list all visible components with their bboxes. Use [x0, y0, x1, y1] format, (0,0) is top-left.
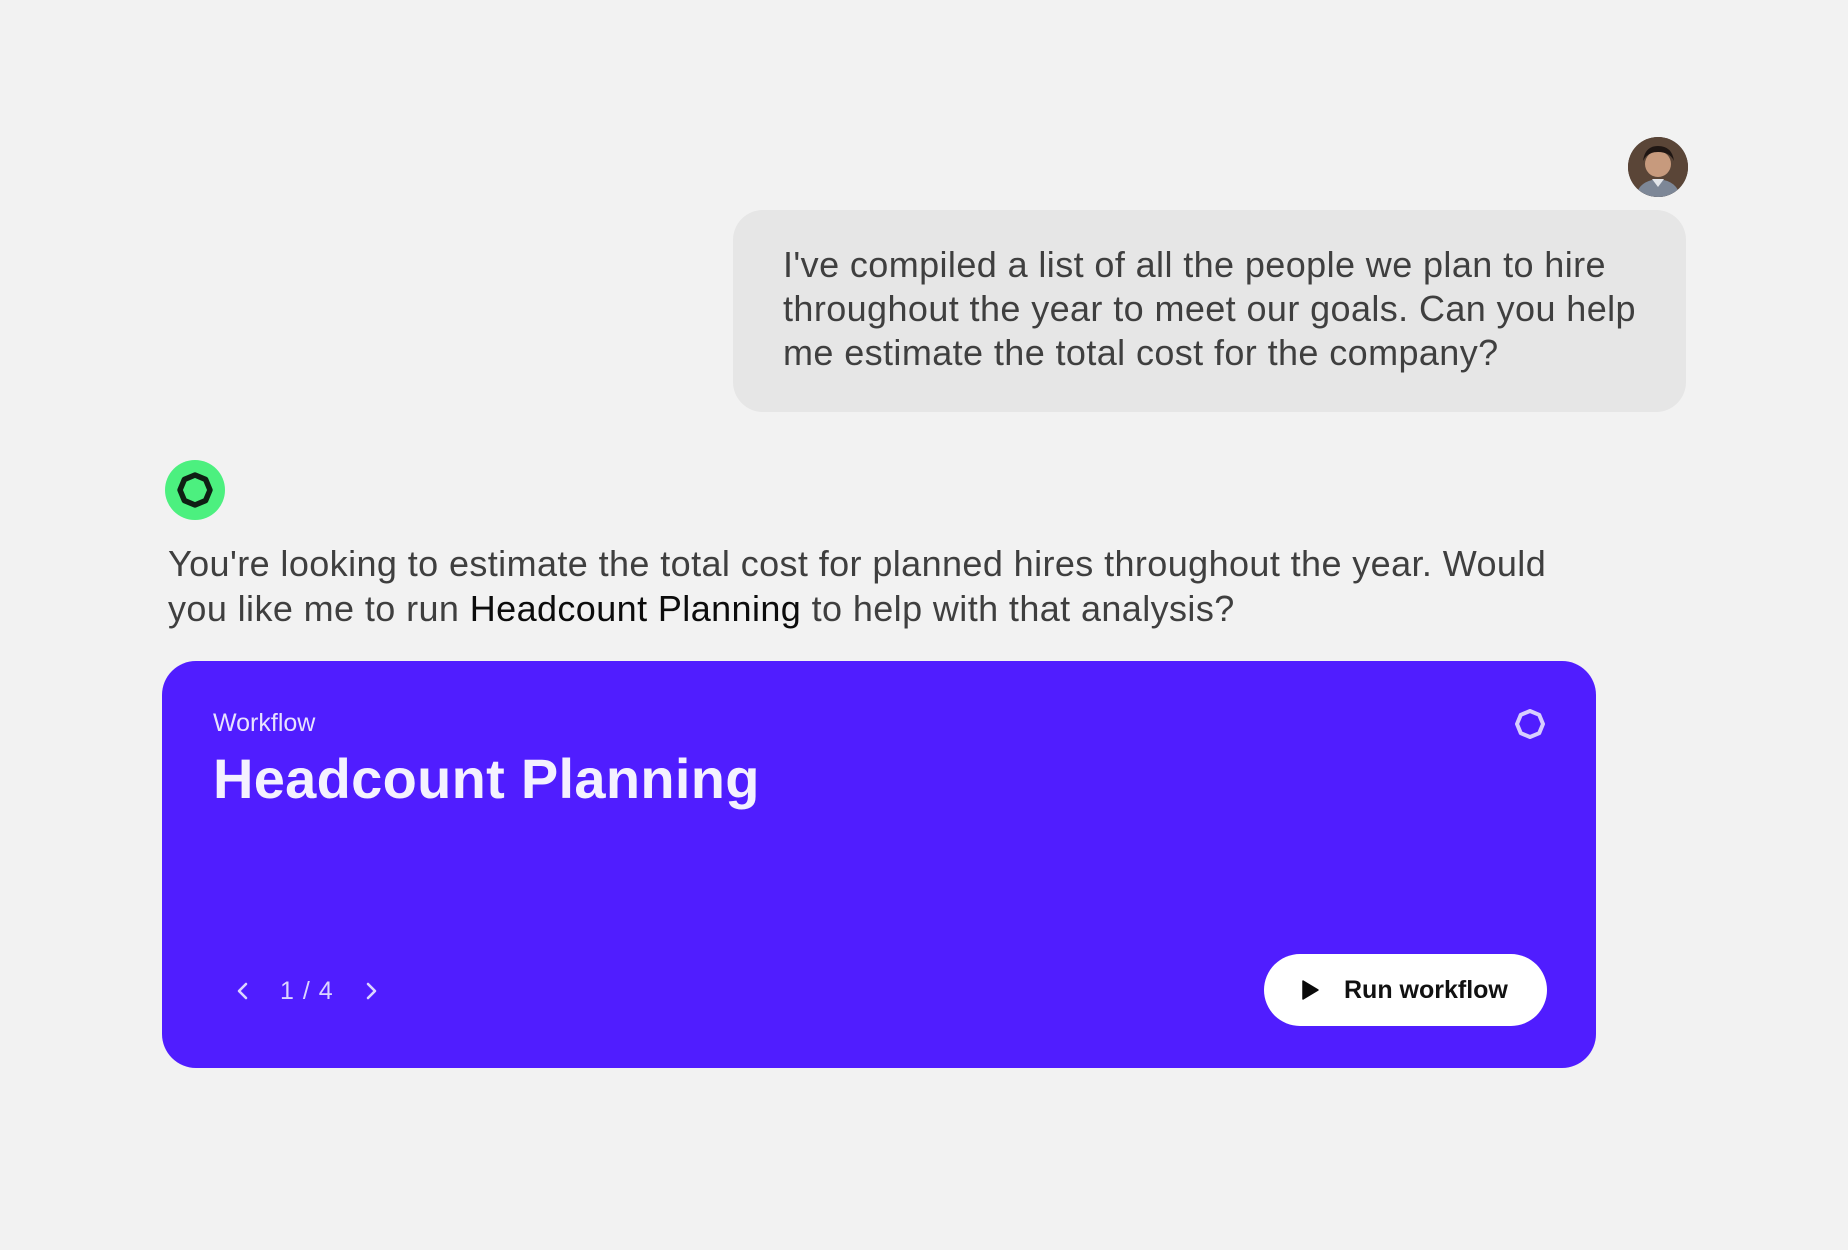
- assistant-ring-icon: [177, 472, 213, 508]
- assistant-message-part2: to help with that analysis?: [801, 588, 1235, 629]
- assistant-avatar: [165, 460, 225, 520]
- workflow-card: Workflow Headcount Planning 1 / 4 Run wo: [162, 661, 1596, 1068]
- user-message-bubble: I've compiled a list of all the people w…: [733, 210, 1686, 412]
- workflow-kicker: Workflow: [213, 709, 316, 737]
- chat-view: I've compiled a list of all the people w…: [0, 0, 1848, 1250]
- run-workflow-button[interactable]: Run workflow: [1264, 954, 1547, 1026]
- chevron-right-icon: [366, 982, 376, 1000]
- pager-previous-button[interactable]: [228, 971, 258, 1011]
- assistant-message: You're looking to estimate the total cos…: [168, 541, 1568, 631]
- user-message-text: I've compiled a list of all the people w…: [783, 244, 1636, 373]
- pager-next-button[interactable]: [356, 971, 386, 1011]
- run-workflow-label: Run workflow: [1344, 975, 1508, 1004]
- user-avatar: [1628, 137, 1688, 197]
- workflow-pager: 1 / 4: [228, 971, 386, 1011]
- workflow-title: Headcount Planning: [213, 747, 760, 810]
- user-avatar-icon: [1628, 137, 1688, 197]
- play-icon: [1302, 980, 1319, 1000]
- workflow-status-ring-icon: [1515, 709, 1545, 739]
- chevron-left-icon: [237, 982, 248, 1000]
- pager-position: 1 / 4: [280, 976, 334, 1005]
- assistant-workflow-mention: Headcount Planning: [469, 588, 802, 629]
